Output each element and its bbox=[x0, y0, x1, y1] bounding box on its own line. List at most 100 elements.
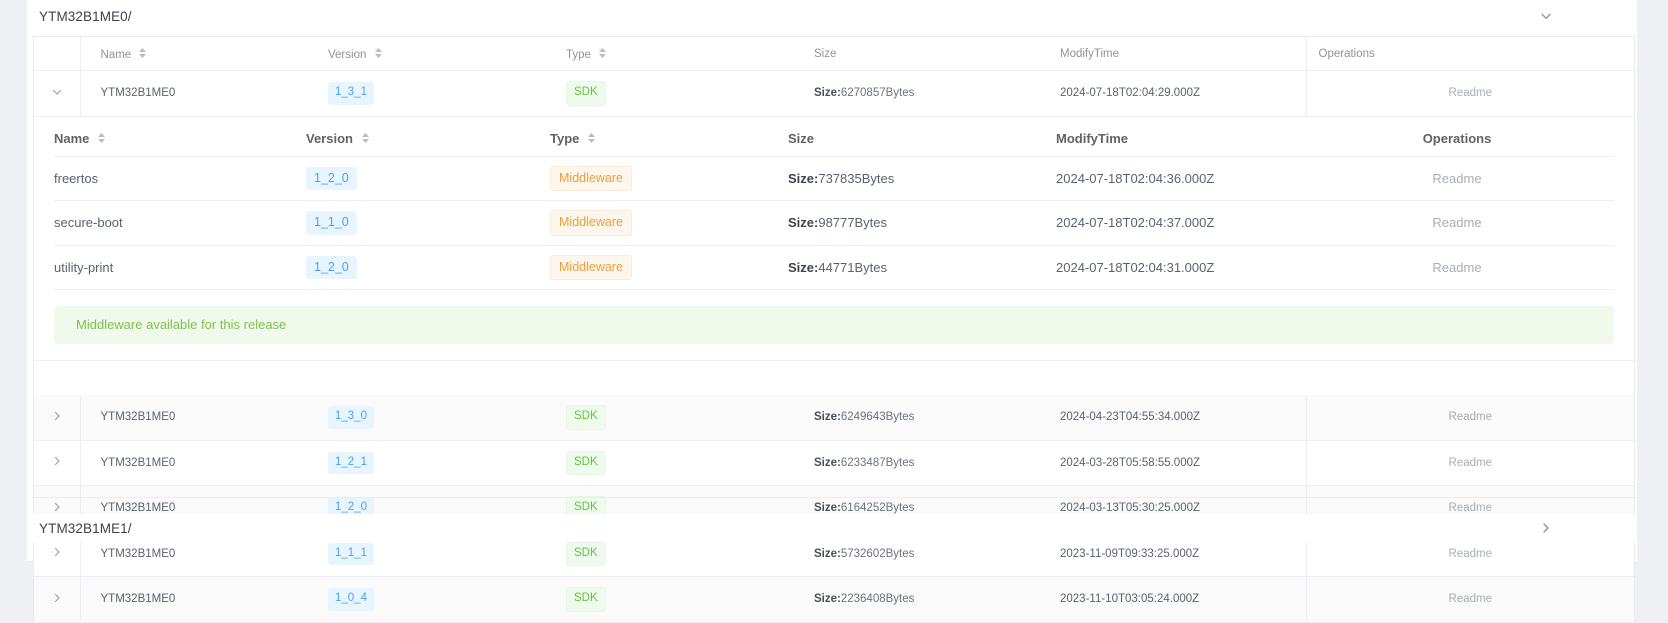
row-version-cell: 1_2_1 bbox=[328, 440, 566, 486]
row-size: Size:2236408Bytes bbox=[814, 576, 1060, 623]
readme-link[interactable]: Readme bbox=[1449, 87, 1492, 99]
row-type-cell: Middleware bbox=[550, 245, 788, 290]
row-type-cell: SDK bbox=[566, 395, 814, 441]
chevron-right-icon[interactable] bbox=[51, 546, 63, 558]
row-operations-cell: Readme bbox=[1305, 440, 1634, 486]
table-row[interactable]: YTM32B1ME0 1_0_4 SDK Size:2236408Bytes 2… bbox=[34, 576, 1634, 623]
sort-icon[interactable] bbox=[598, 47, 607, 59]
inner-col-version[interactable]: Version bbox=[306, 130, 550, 157]
version-tag[interactable]: 1_2_0 bbox=[306, 255, 357, 279]
inner-col-modifytime-label: ModifyTime bbox=[1056, 130, 1128, 146]
size-label: Size: bbox=[788, 170, 819, 186]
version-tag[interactable]: 1_2_0 bbox=[306, 166, 357, 190]
readme-link[interactable]: Readme bbox=[1432, 171, 1481, 186]
size-label: Size: bbox=[788, 259, 819, 275]
middleware-panel: Name Version Type Size ModifyTime Operat… bbox=[34, 117, 1634, 361]
type-tag: SDK bbox=[566, 81, 606, 106]
size-value: 6270857Bytes bbox=[840, 87, 915, 100]
type-tag: SDK bbox=[566, 450, 606, 475]
table-row[interactable]: YTM32B1ME0 1_3_0 SDK Size:6249643Bytes 2… bbox=[34, 395, 1634, 441]
version-tag[interactable]: 1_3_0 bbox=[328, 406, 374, 429]
sort-icon[interactable] bbox=[138, 47, 147, 59]
collapse-panel-ytm32b1me1: YTM32B1ME1/ bbox=[33, 497, 1637, 542]
panel-header-ytm32b1me1[interactable]: YTM32B1ME1/ bbox=[33, 514, 1637, 542]
table-row[interactable]: freertos 1_2_0 Middleware Size:737835Byt… bbox=[54, 156, 1614, 201]
table-row[interactable]: secure-boot 1_1_0 Middleware Size:98777B… bbox=[54, 200, 1614, 246]
row-modifytime: 2024-04-23T04:55:34.000Z bbox=[1060, 395, 1306, 441]
chevron-down-icon[interactable] bbox=[51, 86, 63, 98]
inner-col-size: Size bbox=[788, 130, 1056, 157]
row-modifytime: 2024-07-18T02:04:29.000Z bbox=[1060, 70, 1306, 117]
outer-col-type[interactable]: Type bbox=[566, 37, 814, 71]
readme-link[interactable]: Readme bbox=[1449, 593, 1492, 605]
readme-link[interactable]: Readme bbox=[1449, 411, 1492, 423]
table-row[interactable]: YTM32B1ME0 1_2_1 SDK Size:6233487Bytes 2… bbox=[34, 440, 1634, 486]
row-name: freertos bbox=[54, 156, 306, 201]
version-tag[interactable]: 1_0_4 bbox=[328, 588, 374, 611]
sort-icon[interactable] bbox=[97, 132, 106, 144]
table-row[interactable]: YTM32B1ME0 1_3_1 SDK Size:6270857Bytes 2… bbox=[34, 70, 1634, 117]
inner-col-name[interactable]: Name bbox=[54, 130, 306, 157]
inner-col-type[interactable]: Type bbox=[550, 130, 788, 157]
row-expand-cell[interactable] bbox=[34, 440, 81, 486]
chevron-right-icon[interactable] bbox=[1539, 521, 1553, 535]
readme-link[interactable]: Readme bbox=[1432, 215, 1481, 230]
outer-col-size: Size bbox=[814, 37, 1060, 71]
row-name: YTM32B1ME0 bbox=[80, 440, 328, 486]
outer-col-version-label: Version bbox=[328, 49, 367, 61]
size-value: 98777Bytes bbox=[818, 215, 888, 231]
row-size: Size:44771Bytes bbox=[788, 245, 1056, 290]
row-modifytime: 2024-07-18T02:04:36.000Z bbox=[1056, 156, 1300, 201]
size-label: Size: bbox=[814, 456, 841, 469]
type-tag: Middleware bbox=[550, 165, 632, 191]
chevron-down-icon[interactable] bbox=[1539, 9, 1553, 23]
row-size: Size:6233487Bytes bbox=[814, 440, 1060, 486]
row-name: YTM32B1ME0 bbox=[80, 70, 328, 117]
size-label: Size: bbox=[814, 547, 841, 560]
readme-link[interactable]: Readme bbox=[1432, 260, 1481, 275]
outer-col-modifytime: ModifyTime bbox=[1060, 37, 1306, 71]
panel-bottom-inner: YTM32B1ME1/ bbox=[33, 498, 1637, 542]
middleware-notice: Middleware available for this release bbox=[54, 306, 1614, 344]
inner-col-name-label: Name bbox=[54, 130, 90, 146]
row-operations-cell: Readme bbox=[1305, 576, 1634, 623]
row-expand-cell[interactable] bbox=[34, 70, 81, 117]
version-tag[interactable]: 1_2_1 bbox=[328, 451, 374, 474]
readme-link[interactable]: Readme bbox=[1449, 548, 1492, 560]
middleware-table: Name Version Type Size ModifyTime Operat… bbox=[54, 130, 1614, 291]
row-size: Size:98777Bytes bbox=[788, 200, 1056, 246]
sort-icon[interactable] bbox=[374, 47, 383, 59]
row-type-cell: SDK bbox=[566, 70, 814, 117]
outer-col-type-label: Type bbox=[566, 49, 591, 61]
chevron-right-icon[interactable] bbox=[51, 410, 63, 422]
chevron-right-icon[interactable] bbox=[51, 592, 63, 604]
table-row[interactable]: utility-print 1_2_0 Middleware Size:4477… bbox=[54, 245, 1614, 290]
outer-col-version[interactable]: Version bbox=[328, 37, 566, 71]
inner-col-operations: Operations bbox=[1300, 130, 1614, 157]
row-size: Size:737835Bytes bbox=[788, 156, 1056, 201]
version-tag[interactable]: 1_1_1 bbox=[328, 542, 374, 565]
readme-link[interactable]: Readme bbox=[1449, 457, 1492, 469]
row-version-cell: 1_0_4 bbox=[328, 576, 566, 623]
chevron-right-icon[interactable] bbox=[51, 455, 63, 467]
row-name: utility-print bbox=[54, 245, 306, 290]
version-tag[interactable]: 1_3_1 bbox=[328, 82, 374, 105]
row-operations-cell: Readme bbox=[1305, 70, 1634, 117]
row-expand-cell[interactable] bbox=[34, 395, 81, 441]
spacer-row bbox=[34, 360, 1634, 395]
spacer-cell bbox=[34, 360, 1634, 395]
row-version-cell: 1_1_0 bbox=[306, 200, 550, 246]
row-type-cell: SDK bbox=[566, 440, 814, 486]
sort-icon[interactable] bbox=[361, 132, 370, 144]
row-size: Size:6270857Bytes bbox=[814, 70, 1060, 117]
size-label: Size: bbox=[814, 411, 841, 424]
outer-table-header: Name Version Type Size ModifyTime Operat… bbox=[34, 37, 1634, 71]
version-tag[interactable]: 1_1_0 bbox=[306, 211, 357, 235]
outer-col-name[interactable]: Name bbox=[80, 37, 328, 71]
outer-header-row: Name Version Type Size ModifyTime Operat… bbox=[34, 37, 1634, 71]
row-expand-cell[interactable] bbox=[34, 576, 81, 623]
row-modifytime: 2024-07-18T02:04:37.000Z bbox=[1056, 200, 1300, 246]
sort-icon[interactable] bbox=[587, 132, 596, 144]
row-name: YTM32B1ME0 bbox=[80, 576, 328, 623]
panel-header-ytm32b1me0[interactable]: YTM32B1ME0/ bbox=[33, 2, 1637, 30]
